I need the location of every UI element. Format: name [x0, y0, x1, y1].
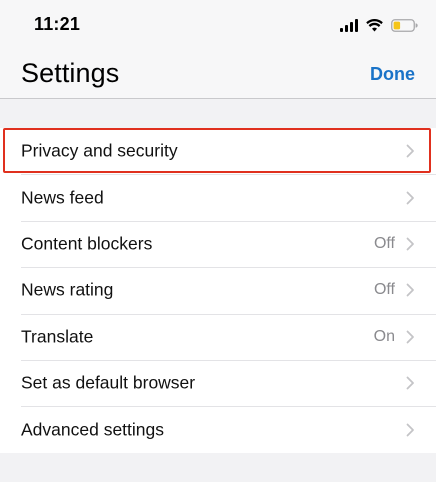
chevron-right-icon [406, 283, 415, 297]
settings-item-label: News feed [21, 187, 104, 208]
battery-low-icon [391, 18, 418, 32]
settings-item-label: Translate [21, 326, 94, 347]
settings-item-content-blockers[interactable]: Content blockers Off [0, 220, 436, 267]
settings-item-news-rating[interactable]: News rating Off [0, 267, 436, 313]
status-icons [340, 15, 418, 35]
settings-item-label: Set as default browser [21, 372, 196, 393]
settings-item-value: Off [373, 281, 395, 299]
settings-item-label: Privacy and security [21, 140, 178, 161]
cellular-signal-icon [340, 18, 358, 32]
chevron-right-icon [406, 376, 415, 390]
settings-item-news-feed[interactable]: News feed [0, 174, 436, 220]
chevron-right-icon [406, 423, 415, 437]
chevron-right-icon [406, 237, 415, 251]
settings-item-label: Content blockers [21, 233, 153, 254]
chevron-right-icon [406, 144, 415, 158]
settings-item-translate[interactable]: Translate On [0, 313, 436, 360]
navigation-bar: Settings Done [0, 50, 436, 99]
done-button[interactable]: Done [370, 64, 415, 85]
settings-item-label: News rating [21, 279, 114, 300]
settings-item-value: Off [373, 234, 395, 252]
settings-item-advanced-settings[interactable]: Advanced settings [0, 406, 436, 452]
settings-item-set-as-default-browser[interactable]: Set as default browser [0, 359, 436, 406]
settings-list: Privacy and security News feed Content b… [0, 128, 436, 453]
page-title: Settings [21, 58, 120, 88]
chevron-right-icon [406, 330, 415, 344]
settings-item-label: Advanced settings [21, 419, 165, 440]
status-time: 11:21 [34, 14, 81, 34]
status-bar: 11:21 [0, 0, 436, 50]
chevron-right-icon [406, 191, 415, 205]
wifi-icon [366, 18, 383, 32]
settings-item-privacy-and-security[interactable]: Privacy and security [0, 128, 436, 174]
settings-item-value: On [373, 327, 395, 345]
